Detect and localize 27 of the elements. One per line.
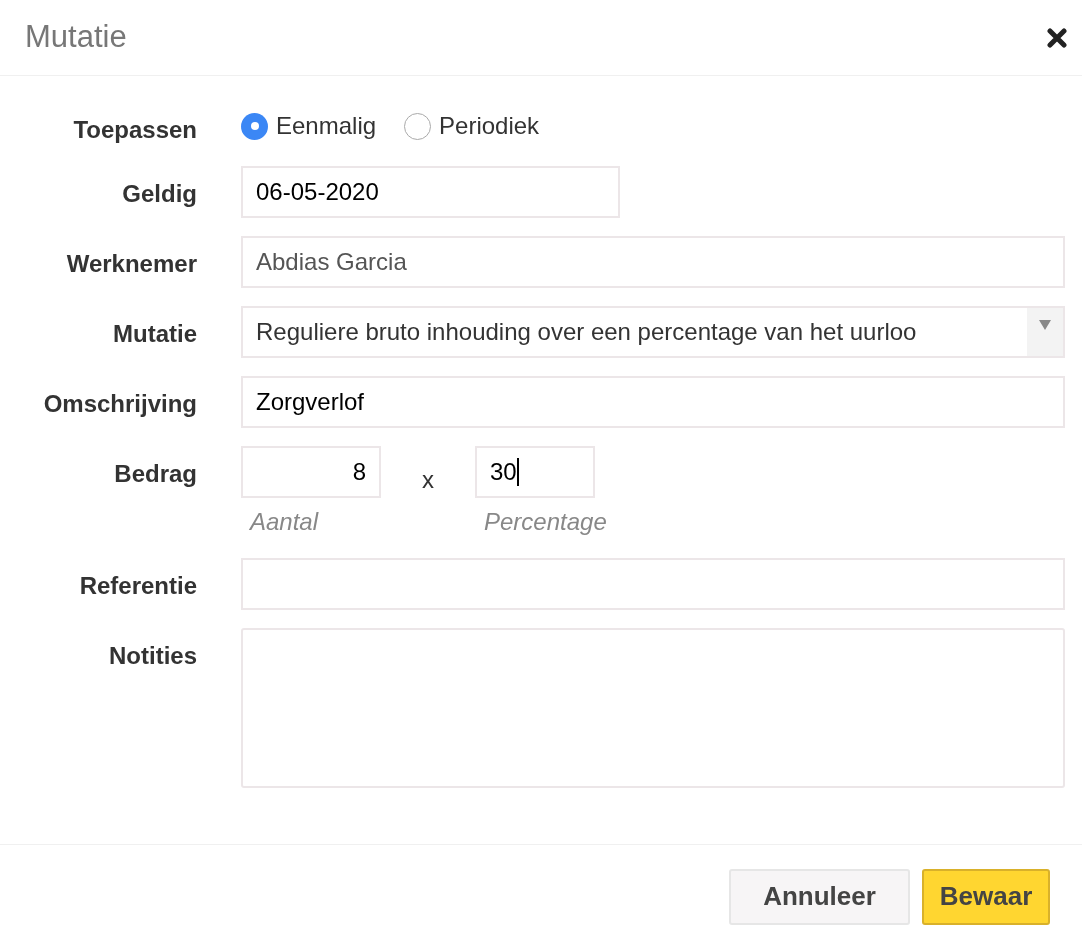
cancel-button[interactable]: Annuleer <box>729 868 910 925</box>
multiply-sign: x <box>421 465 435 495</box>
input-field[interactable] <box>241 558 1065 610</box>
field-label: Bedrag <box>113 459 198 489</box>
input-field[interactable]: 30 <box>475 446 595 498</box>
save-button[interactable]: Bewaar <box>922 868 1050 925</box>
field-label: Geldig <box>121 179 198 209</box>
field-label: Toepassen <box>72 115 198 145</box>
field-label: Notities <box>108 641 198 671</box>
radio-button[interactable] <box>241 112 268 140</box>
field-label: Omschrijving <box>42 389 198 419</box>
input-field[interactable]: 06-05-2020 <box>241 166 620 218</box>
field-label: Mutatie <box>112 319 198 349</box>
radio-button[interactable] <box>404 112 432 140</box>
field-label: Werknemer <box>65 249 198 279</box>
dialog-title: Mutatie <box>25 18 127 57</box>
input-field[interactable]: 8 <box>241 446 381 498</box>
dropdown-arrow-icon <box>1039 320 1051 330</box>
field-caption: Percentage <box>483 507 607 537</box>
close-icon[interactable] <box>1047 27 1067 48</box>
radio-option[interactable]: Periodiek <box>404 108 540 144</box>
input-field[interactable]: Zorgverlof <box>241 376 1065 428</box>
notes-textarea[interactable] <box>241 628 1065 788</box>
field-label: Referentie <box>78 571 198 601</box>
field-caption: Aantal <box>248 507 320 537</box>
select-field[interactable]: Reguliere bruto inhouding over een percentage van het uurloo <box>241 306 1065 358</box>
radio-option[interactable]: Eenmalig <box>241 108 377 144</box>
